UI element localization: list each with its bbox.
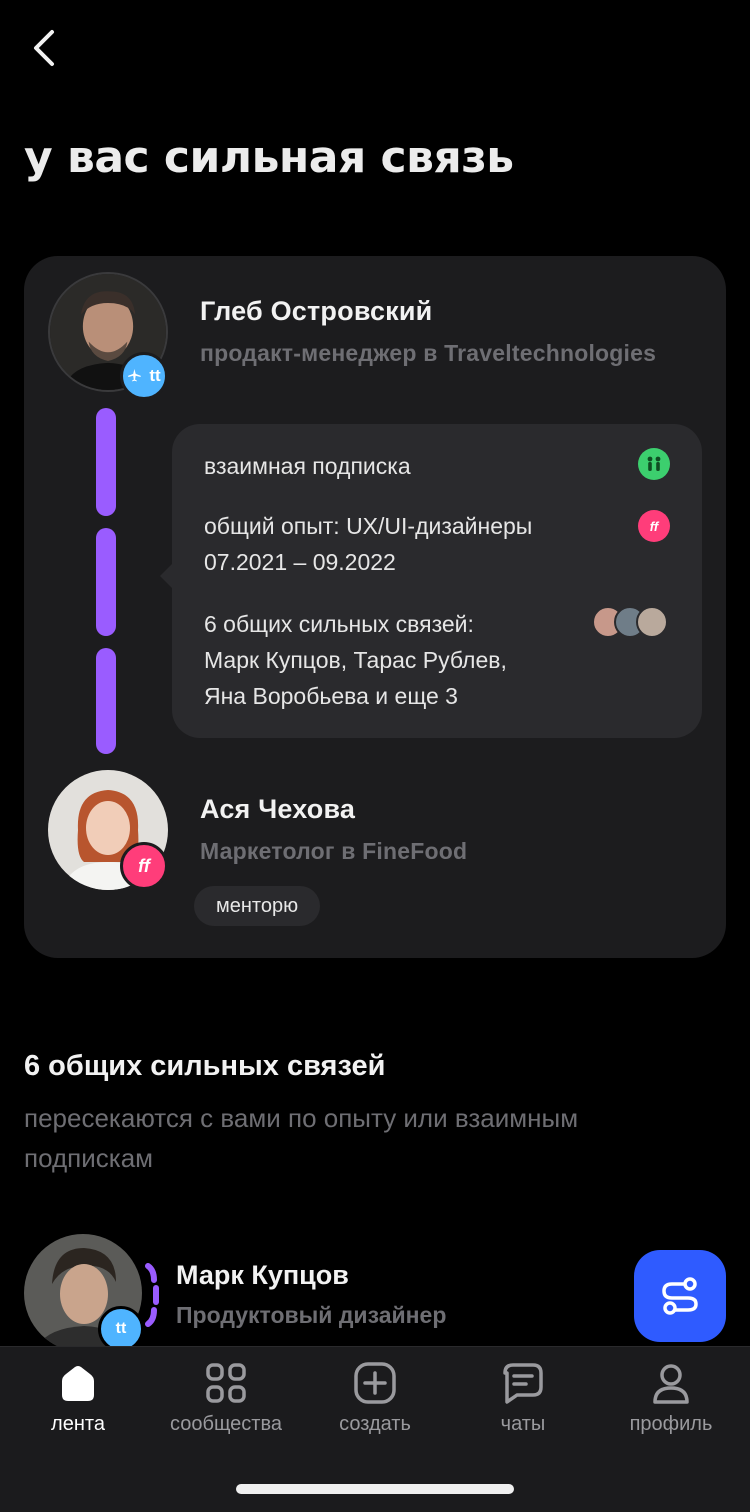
connection-card: tt Глеб Островский продакт-менеджер в Tr… bbox=[24, 256, 726, 958]
mutual-follow-icon bbox=[638, 448, 670, 480]
chevron-left-icon bbox=[34, 30, 54, 66]
section-subtitle: пересекаются с вами по опыту или взаимны… bbox=[24, 1103, 579, 1173]
mentor-tag: менторю bbox=[194, 886, 321, 926]
tab-create[interactable]: создать bbox=[300, 1347, 450, 1457]
user-icon bbox=[653, 1364, 689, 1404]
tab-chats[interactable]: чаты bbox=[448, 1347, 598, 1457]
connections-fab-button[interactable] bbox=[634, 1250, 726, 1342]
connection-line-segment bbox=[96, 408, 116, 516]
grid-icon bbox=[206, 1363, 246, 1403]
person-b-role: Маркетолог в FineFood bbox=[200, 838, 468, 864]
tab-communities[interactable]: сообщества bbox=[151, 1347, 301, 1457]
traveltech-badge-icon: tt bbox=[120, 352, 168, 400]
person-a-name[interactable]: Глеб Островский bbox=[200, 296, 432, 327]
common-connections-more: Яна Воробьева и еще 3 bbox=[204, 683, 458, 709]
finefood-badge-icon: ff bbox=[120, 842, 168, 890]
tab-feed[interactable]: лента bbox=[3, 1347, 153, 1457]
finefood-badge-icon: ff bbox=[638, 510, 670, 542]
plus-square-icon bbox=[354, 1362, 396, 1404]
connection-line-segment bbox=[96, 528, 116, 636]
back-button[interactable] bbox=[24, 24, 68, 72]
mutual-follow-text: взаимная подписка bbox=[204, 453, 411, 479]
list-item[interactable]: tt Марк Купцов Продуктовый дизайнер bbox=[24, 1234, 624, 1346]
shared-experience-title: общий опыт: UX/UI-дизайнеры bbox=[204, 513, 533, 539]
traveltech-badge-icon: tt bbox=[98, 1306, 144, 1346]
home-icon bbox=[62, 1366, 94, 1401]
connection-strength-icon bbox=[145, 1263, 159, 1327]
shared-experience-dates: 07.2021 – 09.2022 bbox=[204, 549, 396, 575]
list-item-role: Продуктовый дизайнер bbox=[176, 1302, 447, 1328]
connection-details: взаимная подписка общий опыт: UX/UI-диза… bbox=[172, 424, 702, 738]
common-connections-title: 6 общих сильных связей: bbox=[204, 611, 474, 637]
route-icon bbox=[662, 1277, 698, 1315]
section-heading: 6 общих сильных связей bbox=[24, 1050, 386, 1082]
common-connections-names: Марк Купцов, Тарас Рублев, bbox=[204, 647, 507, 673]
mini-avatar bbox=[636, 606, 668, 638]
connection-line-segment bbox=[96, 648, 116, 754]
chat-icon bbox=[503, 1363, 543, 1404]
person-b-name[interactable]: Ася Чехова bbox=[200, 794, 355, 825]
page-title: у вас сильная связь bbox=[24, 132, 514, 183]
common-connections-avatars[interactable] bbox=[592, 606, 672, 638]
tab-profile[interactable]: профиль bbox=[596, 1347, 746, 1457]
list-item-name: Марк Купцов bbox=[176, 1260, 349, 1290]
person-a-role: продакт-менеджер в Traveltechnologies bbox=[200, 340, 657, 366]
home-indicator[interactable] bbox=[236, 1484, 514, 1494]
plane-icon bbox=[128, 368, 141, 382]
